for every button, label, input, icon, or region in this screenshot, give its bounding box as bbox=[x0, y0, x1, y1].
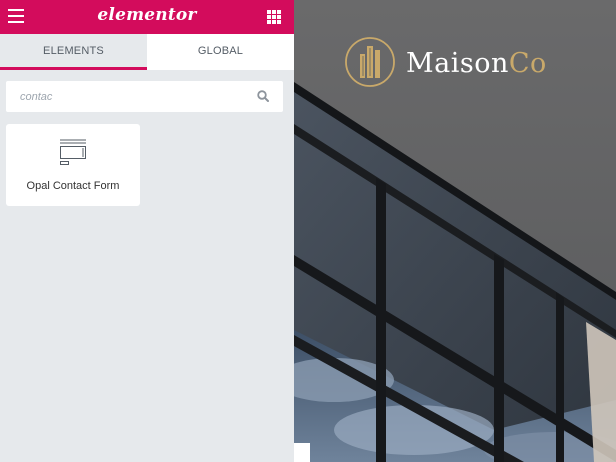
search-input[interactable] bbox=[20, 88, 240, 105]
search-icon[interactable] bbox=[257, 90, 269, 102]
brand-logo: elementor bbox=[97, 5, 197, 25]
elementor-panel: elementor ELEMENTS GLOBAL Opal Contact F… bbox=[0, 0, 294, 462]
corner-patch bbox=[294, 443, 310, 462]
widget-label: Opal Contact Form bbox=[26, 180, 120, 192]
widget-opal-contact-form[interactable]: Opal Contact Form bbox=[6, 124, 140, 206]
search-box bbox=[6, 81, 283, 112]
logo-accent-text: Co bbox=[508, 48, 547, 79]
tab-elements[interactable]: ELEMENTS bbox=[0, 34, 147, 70]
tab-global[interactable]: GLOBAL bbox=[147, 34, 294, 70]
logo-main-text: Maison bbox=[406, 48, 509, 79]
maisonco-logo-icon bbox=[345, 37, 395, 87]
widgets-grid-icon[interactable] bbox=[267, 10, 281, 24]
panel-header: elementor bbox=[0, 0, 294, 34]
contact-form-icon bbox=[60, 139, 86, 165]
panel-tabs: ELEMENTS GLOBAL bbox=[0, 34, 294, 70]
page-preview[interactable]: MaisonCo bbox=[294, 0, 616, 462]
maisonco-logo-text: MaisonCo bbox=[406, 48, 547, 79]
